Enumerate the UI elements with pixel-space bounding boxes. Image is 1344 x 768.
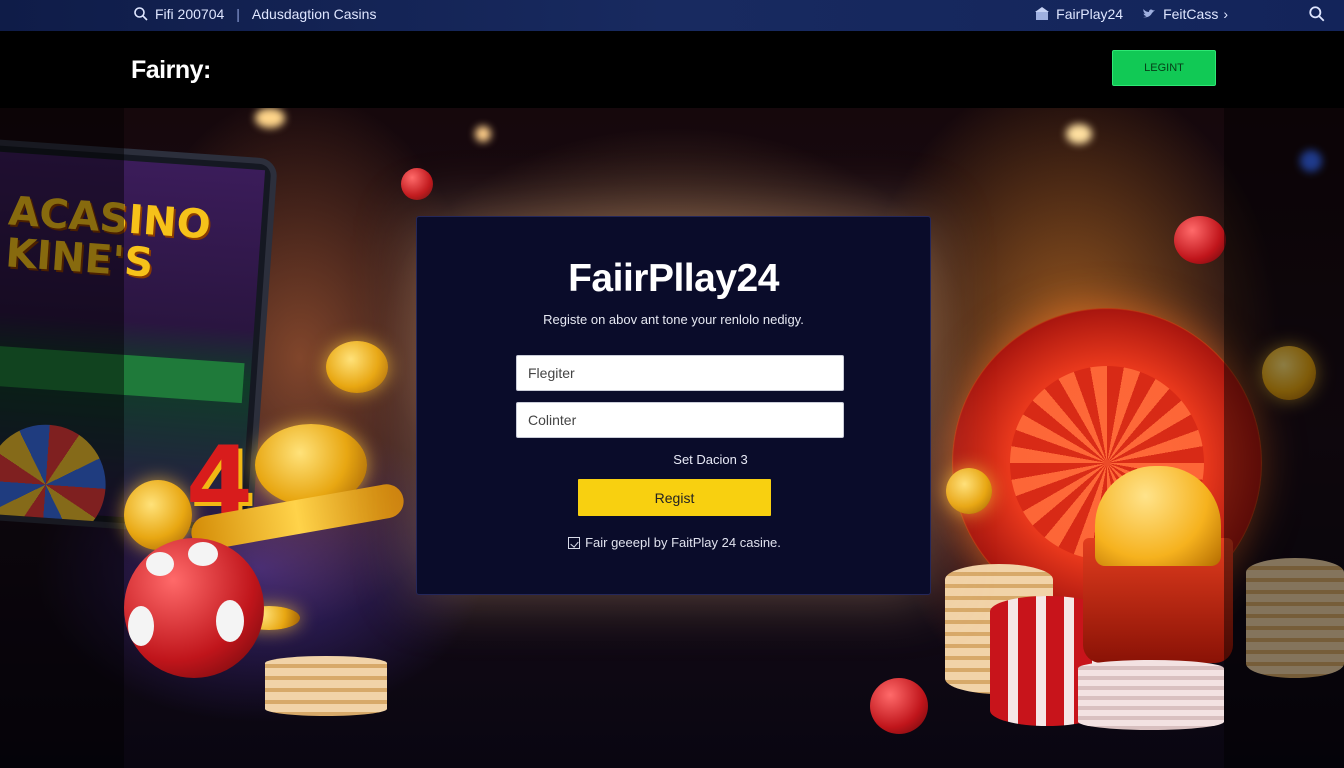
login-button[interactable]: LEGINT	[1112, 50, 1216, 86]
footnote-text: Fair geeepl by FaitPlay 24 casine.	[585, 535, 781, 550]
top-utility-bar: Fifi 200704 | Adusdagtion Casins FairPla…	[0, 0, 1344, 31]
gold-coin	[946, 468, 992, 514]
search-icon[interactable]	[133, 6, 149, 22]
register-field-1[interactable]	[516, 355, 844, 391]
red-ball	[870, 678, 928, 734]
right-shade	[1224, 108, 1344, 768]
register-field-2[interactable]	[516, 402, 844, 438]
site-logo[interactable]: Fairny:	[131, 56, 211, 85]
topbar-right: FairPlay24 FeitCass ›	[1034, 6, 1344, 22]
ball-dot	[146, 552, 174, 576]
social-link[interactable]: FeitCass ›	[1141, 6, 1228, 22]
building-icon	[1035, 7, 1050, 20]
search-icon[interactable]	[1308, 5, 1326, 23]
card-footnote: Fair geeepl by FaitPlay 24 casine.	[417, 535, 930, 550]
card-title: FaiirPllay24	[568, 257, 779, 300]
set-dacion-link[interactable]: Set Dacion 3	[417, 452, 930, 467]
gold-coin	[326, 341, 388, 393]
spotlight-glow	[475, 126, 491, 142]
register-button[interactable]: Regist	[578, 479, 771, 516]
red-chip	[1174, 216, 1226, 264]
topbar-section-link[interactable]: Adusdagtion Casins	[252, 6, 377, 22]
card-subtitle: Registe on abov ant tone your renlolo ne…	[543, 312, 804, 327]
ball-dot	[216, 600, 244, 642]
spotlight-glow	[1066, 124, 1092, 144]
brand-link-label: FairPlay24	[1056, 6, 1124, 22]
topbar-separator: |	[236, 6, 240, 22]
red-ball	[401, 168, 433, 200]
chip-stack	[1078, 660, 1224, 730]
site-header: Fairny: LEGINT	[0, 31, 1344, 108]
left-shade	[0, 108, 124, 768]
social-link-label: FeitCass	[1163, 6, 1219, 22]
ball-dot	[128, 606, 154, 646]
chevron-right-icon: ›	[1223, 6, 1228, 22]
brand-link[interactable]: FairPlay24	[1034, 6, 1123, 22]
ball-dot	[188, 542, 218, 566]
checkbox-icon[interactable]	[568, 536, 581, 549]
spotlight-glow	[255, 108, 285, 128]
register-card: FaiirPllay24 Registe on abov ant tone yo…	[416, 216, 931, 595]
chip-stack	[265, 656, 387, 716]
topbar-left: Fifi 200704 | Adusdagtion Casins	[133, 6, 376, 22]
topbar-id-text: Fifi 200704	[155, 6, 225, 22]
twitter-bird-icon	[1143, 9, 1156, 18]
red-dice-ball	[124, 538, 264, 678]
